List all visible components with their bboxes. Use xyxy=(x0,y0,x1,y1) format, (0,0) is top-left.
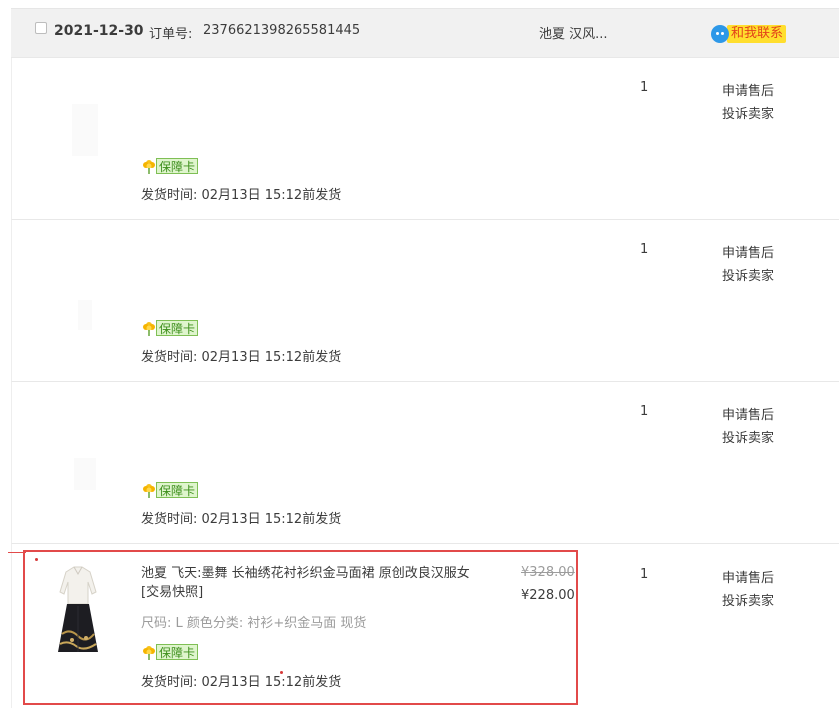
order-card: 2021-12-30 订单号: 2376621398265581445 池夏 汉… xyxy=(11,8,839,708)
order-item-row: 保障卡 发货时间: 02月13日 15:12前发货 1 申请售后 投诉卖家 xyxy=(11,58,839,220)
current-price: ¥228.00 xyxy=(521,588,575,603)
order-item-row: 池夏 飞天:墨舞 长袖绣花衬衫织金马面裙 原创改良汉服女 [交易快照] 尺码: … xyxy=(11,544,839,708)
annotation-dot xyxy=(35,558,38,561)
guarantee-card-label: 保障卡 xyxy=(156,320,199,336)
product-title: 池夏 飞天:墨舞 长袖绣花衬衫织金马面裙 原创改良汉服女 xyxy=(141,566,470,581)
order-header: 2021-12-30 订单号: 2376621398265581445 池夏 汉… xyxy=(11,8,839,58)
item-quantity: 1 xyxy=(640,404,649,419)
order-number-label: 订单号: xyxy=(149,27,193,42)
order-number: 2376621398265581445 xyxy=(203,23,361,38)
item-quantity: 1 xyxy=(640,567,649,582)
ship-time: 发货时间: 02月13日 15:12前发货 xyxy=(141,512,342,527)
guarantee-card-label: 保障卡 xyxy=(156,482,199,498)
shop-name-link[interactable]: 池夏 汉风... xyxy=(539,23,608,42)
ship-time: 发货时间: 02月13日 15:12前发货 xyxy=(141,188,342,203)
original-price: ¥328.00 xyxy=(521,565,575,580)
request-after-sale-link[interactable]: 申请售后 xyxy=(722,567,774,586)
product-image-placeholder[interactable] xyxy=(78,300,92,330)
contact-seller-label: 和我联系 xyxy=(727,25,787,43)
ship-time: 发货时间: 02月13日 15:12前发货 xyxy=(141,350,342,365)
trade-snapshot-link[interactable]: [交易快照] xyxy=(141,585,203,600)
yellow-flower-icon xyxy=(143,484,155,498)
complain-seller-link[interactable]: 投诉卖家 xyxy=(722,103,774,122)
yellow-flower-icon xyxy=(143,646,155,660)
request-after-sale-link[interactable]: 申请售后 xyxy=(722,80,774,99)
order-date: 2021-12-30 xyxy=(54,23,144,39)
guarantee-card-label: 保障卡 xyxy=(156,644,199,660)
product-sku: 尺码: L 颜色分类: 衬衫+织金马面 现货 xyxy=(141,616,367,631)
yellow-flower-icon xyxy=(143,322,155,336)
order-item-row: 保障卡 发货时间: 02月13日 15:12前发货 1 申请售后 投诉卖家 xyxy=(11,220,839,382)
request-after-sale-link[interactable]: 申请售后 xyxy=(722,242,774,261)
annotation-dot xyxy=(280,671,283,674)
product-image-placeholder[interactable] xyxy=(72,104,98,156)
chat-bubble-icon xyxy=(711,25,729,43)
complain-seller-link[interactable]: 投诉卖家 xyxy=(722,427,774,446)
request-after-sale-link[interactable]: 申请售后 xyxy=(722,404,774,423)
product-image-placeholder[interactable] xyxy=(74,458,96,490)
order-item-row: 保障卡 发货时间: 02月13日 15:12前发货 1 申请售后 投诉卖家 xyxy=(11,382,839,544)
item-quantity: 1 xyxy=(640,242,649,257)
complain-seller-link[interactable]: 投诉卖家 xyxy=(722,265,774,284)
ship-time: 发货时间: 02月13日 15:12前发货 xyxy=(141,675,342,690)
yellow-flower-icon xyxy=(143,160,155,174)
item-quantity: 1 xyxy=(640,80,649,95)
product-image[interactable] xyxy=(50,564,106,656)
product-title-link[interactable]: 池夏 飞天:墨舞 长袖绣花衬衫织金马面裙 原创改良汉服女 [交易快照] xyxy=(141,564,491,602)
order-select-checkbox[interactable] xyxy=(35,22,47,34)
complain-seller-link[interactable]: 投诉卖家 xyxy=(722,590,774,609)
guarantee-card-label: 保障卡 xyxy=(156,158,199,174)
